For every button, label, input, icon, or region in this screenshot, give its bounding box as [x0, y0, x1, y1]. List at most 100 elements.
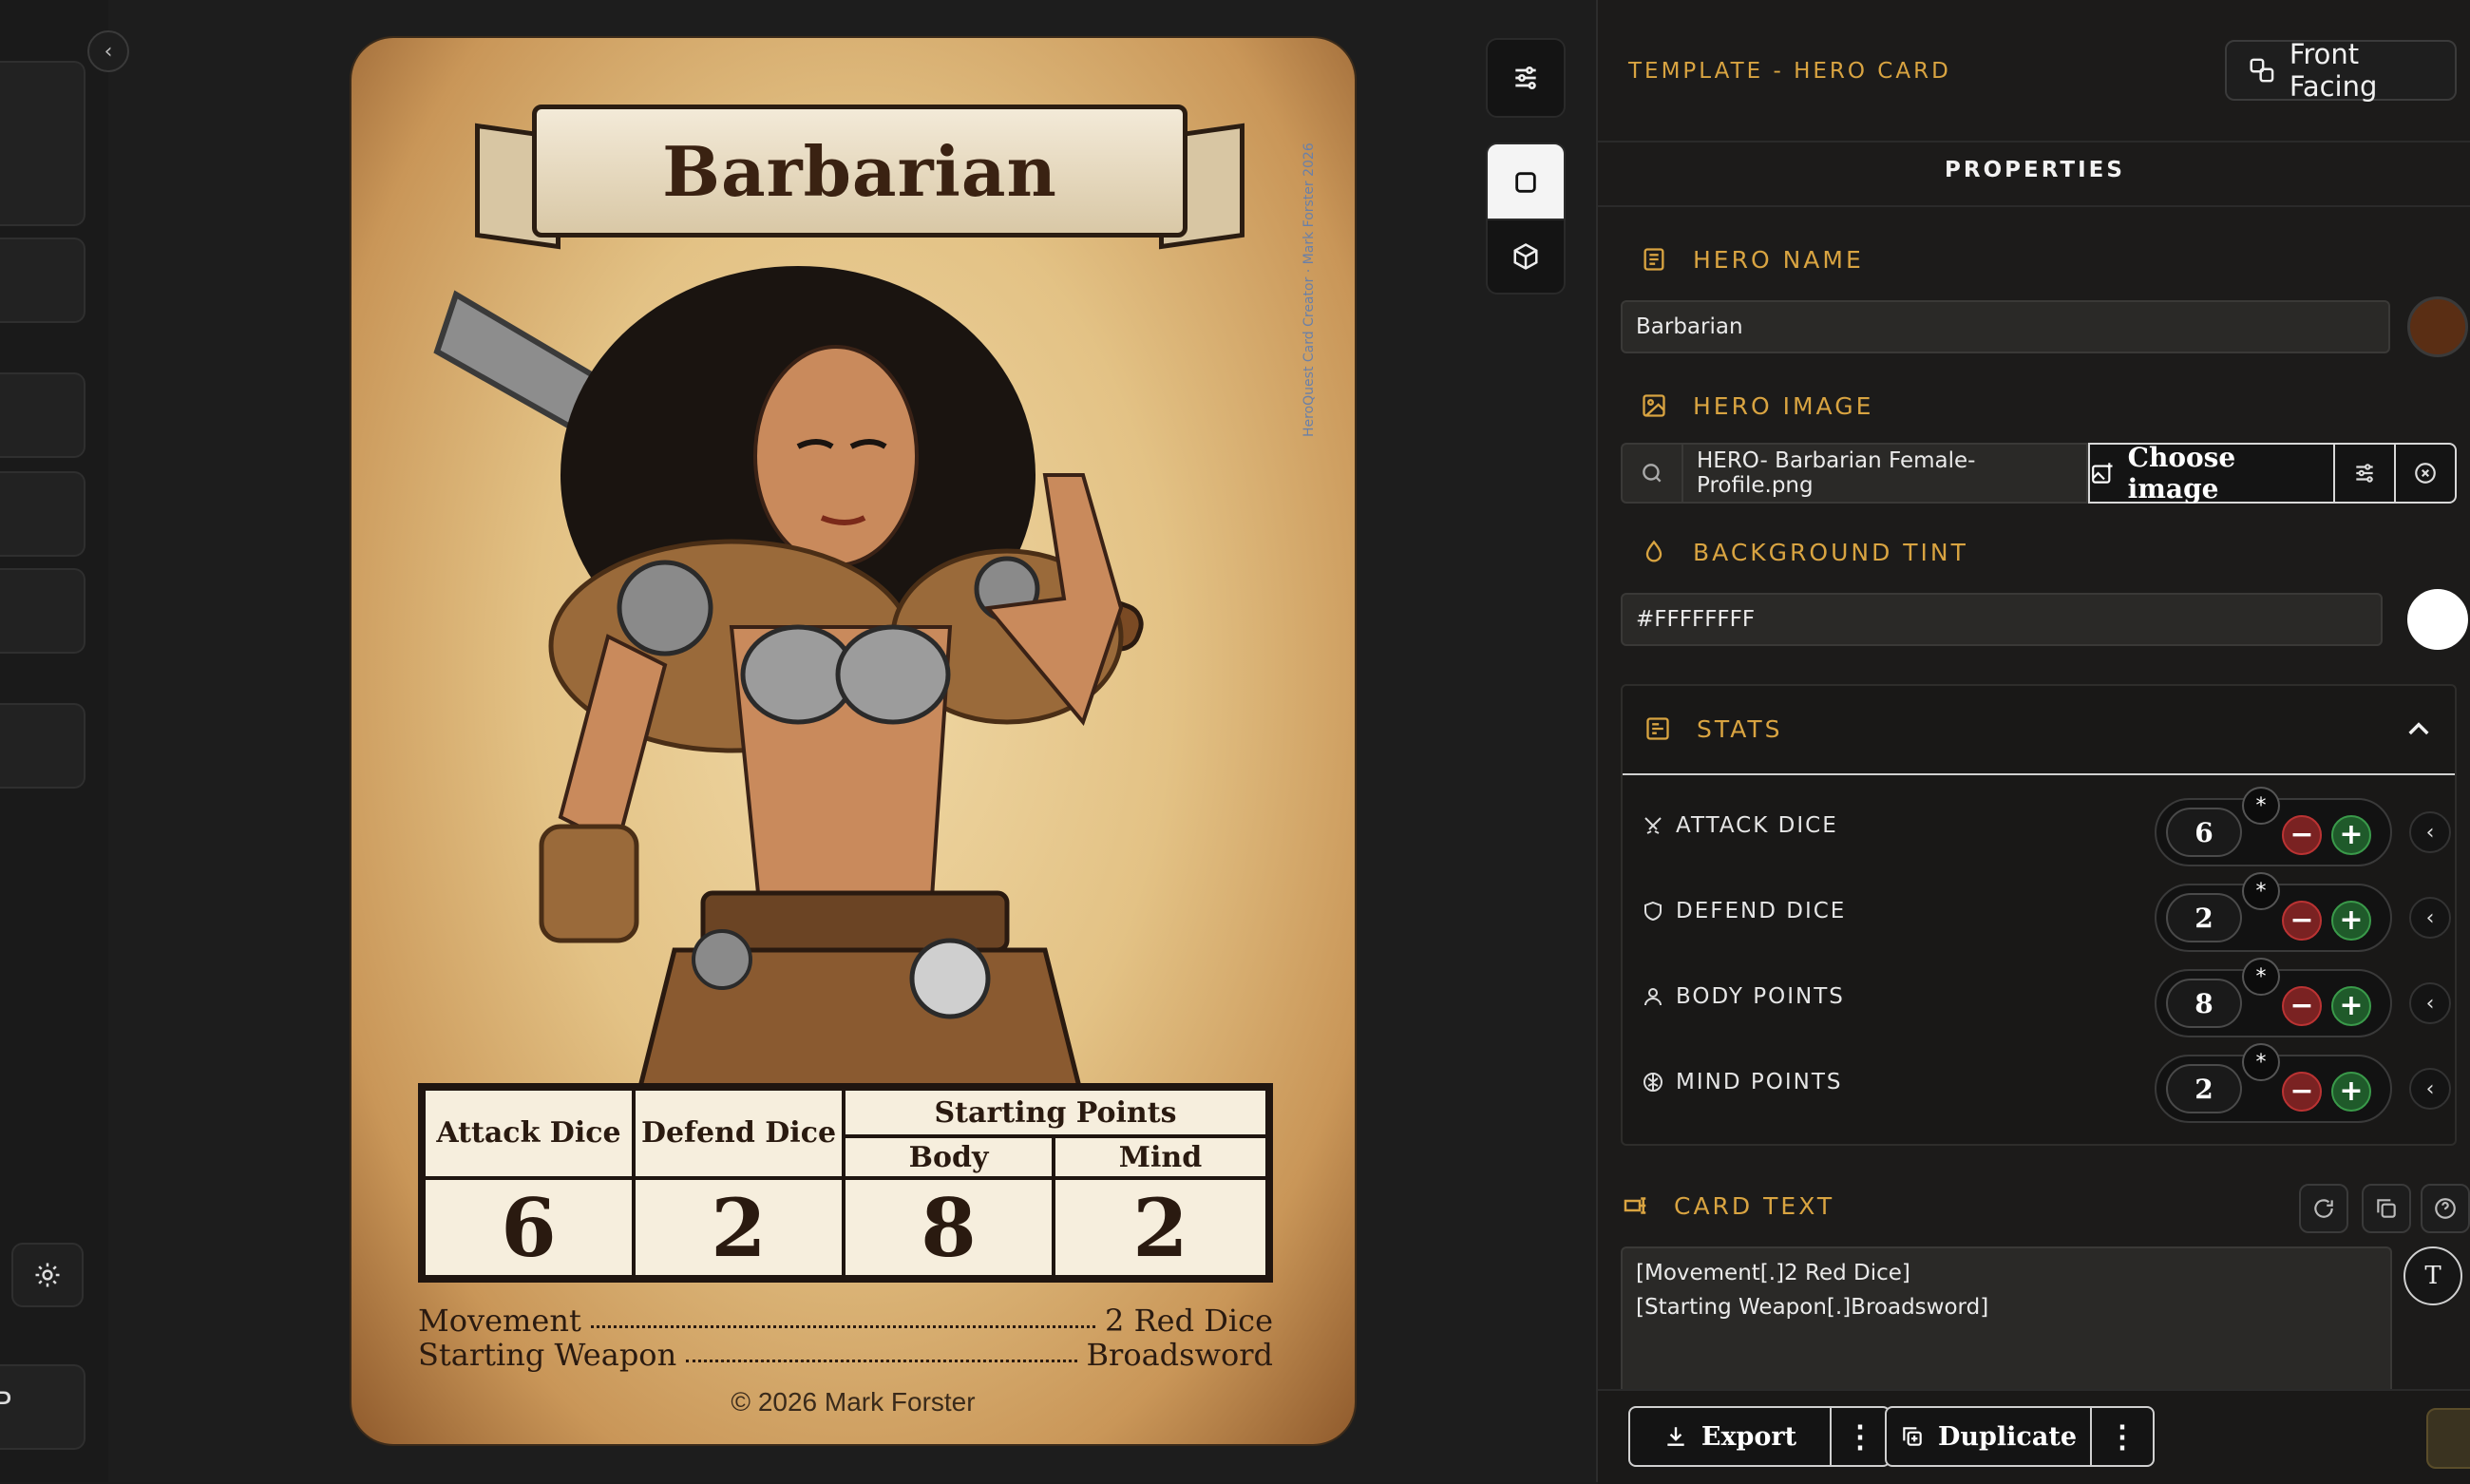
template-label: TEMPLATE - HERO CARD — [1628, 59, 1951, 84]
attack-dice-header: Attack Dice — [426, 1091, 636, 1180]
card-text-lines: Movement 2 Red Dice Starting Weapon Broa… — [418, 1303, 1273, 1372]
increment-button[interactable]: + — [2331, 815, 2371, 855]
copy-text-button[interactable] — [2362, 1184, 2411, 1233]
properties-title: PROPERTIES — [1945, 158, 2125, 182]
stat-row-mind: MIND POINTS 2 * − + ‹ — [1623, 1043, 2455, 1123]
flat-view-button[interactable] — [1486, 143, 1566, 222]
rail-item[interactable] — [0, 238, 86, 323]
id-card-icon — [1640, 245, 1668, 274]
hero-image-filename[interactable]: HERO- Barbarian Female- Profile.png — [1682, 443, 2088, 504]
mind-header: Mind — [1055, 1138, 1265, 1180]
collapse-sidebar-button[interactable]: ‹ — [87, 30, 129, 72]
stats-header[interactable]: STATS — [1623, 686, 2455, 775]
text-format-button[interactable]: T — [2404, 1246, 2462, 1305]
rail-item[interactable] — [0, 471, 86, 557]
stat-value[interactable]: 8 — [2166, 979, 2242, 1028]
rail-item[interactable] — [0, 372, 86, 458]
chevron-left-icon[interactable]: ‹ — [2409, 811, 2451, 853]
decrement-button[interactable]: − — [2282, 1072, 2322, 1112]
stat-row-attack: ATTACK DICE 6 * − + ‹ — [1623, 787, 2455, 866]
card-stat-table: Attack Dice Defend Dice Starting Points … — [418, 1083, 1273, 1283]
mind-points-value: 2 — [1132, 1180, 1188, 1275]
stat-stepper: 2 * − + — [2155, 1043, 2392, 1123]
duplicate-label: Duplicate — [1937, 1421, 2078, 1452]
card-line-label: Movement — [418, 1303, 581, 1339]
hero-card-preview[interactable]: Barbarian HeroQuest Card Creator · Mark … — [352, 38, 1355, 1444]
stat-modifier-button[interactable]: * — [2242, 958, 2280, 996]
stat-label: ATTACK DICE — [1642, 813, 1838, 838]
image-adjust-button[interactable] — [2335, 443, 2396, 504]
reset-text-button[interactable] — [2299, 1184, 2348, 1233]
stat-modifier-button[interactable]: * — [2242, 1043, 2280, 1081]
close-circle-icon — [2415, 463, 2436, 484]
stats-section: STATS ATTACK DICE 6 * − + ‹ DEFEND DICE … — [1621, 684, 2457, 1146]
chevron-left-icon[interactable]: ‹ — [2409, 1068, 2451, 1110]
download-icon — [1667, 1427, 1684, 1446]
stat-value[interactable]: 6 — [2166, 808, 2242, 857]
title-banner: Barbarian — [532, 105, 1188, 238]
choose-image-button[interactable]: Choose image — [2088, 442, 2335, 504]
stat-modifier-button[interactable]: * — [2242, 872, 2280, 910]
card-text-line: [Starting Weapon[.]Broadsword] — [1636, 1295, 1989, 1320]
hero-illustration — [433, 266, 1144, 1102]
hero-name-input[interactable]: Barbarian — [1621, 300, 2390, 353]
card-text-label-text: CARD TEXT — [1674, 1191, 1835, 1220]
partial-chip[interactable] — [2426, 1408, 2470, 1469]
hero-image-label: HERO IMAGE — [1640, 391, 1873, 420]
export-button[interactable]: Export — [1628, 1406, 1832, 1467]
chevron-left-icon[interactable]: ‹ — [2409, 897, 2451, 939]
duplicate-button[interactable]: Duplicate — [1885, 1406, 2092, 1467]
hero-name-color-swatch[interactable] — [2407, 296, 2468, 357]
shield-icon — [1644, 901, 1662, 922]
choose-image-label: Choose image — [2127, 442, 2236, 504]
stat-label-text: DEFEND DICE — [1676, 899, 1847, 923]
increment-button[interactable]: + — [2331, 986, 2371, 1026]
front-facing-button[interactable]: Front Facing — [2225, 38, 2457, 103]
square-icon — [1515, 172, 1536, 193]
stat-value[interactable]: 2 — [2166, 893, 2242, 942]
hero-image-row: HERO- Barbarian Female- Profile.png Choo… — [1621, 442, 2457, 504]
chevron-up-icon[interactable] — [2402, 713, 2436, 747]
rail-item[interactable] — [0, 703, 86, 789]
stat-value[interactable]: 2 — [2166, 1064, 2242, 1113]
divider — [1598, 205, 2470, 207]
help-button[interactable] — [2421, 1184, 2470, 1233]
card-text-input[interactable]: [Movement[.]2 Red Dice] [Starting Weapon… — [1621, 1246, 2392, 1398]
card-line-label: Starting Weapon — [418, 1337, 677, 1373]
increment-button[interactable]: + — [2331, 1072, 2371, 1112]
card-line: Starting Weapon Broadsword — [418, 1338, 1273, 1372]
stat-stepper: 6 * − + — [2155, 787, 2392, 866]
rail-item[interactable] — [0, 61, 86, 226]
attack-dice-value: 6 — [426, 1180, 636, 1275]
adjustments-button[interactable] — [1486, 38, 1566, 118]
stat-modifier-button[interactable]: * — [2242, 787, 2280, 825]
3d-view-button[interactable] — [1486, 219, 1566, 295]
hero-name-label-text: HERO NAME — [1693, 245, 1864, 274]
refresh-icon — [2314, 1199, 2333, 1218]
stat-label-text: BODY POINTS — [1676, 984, 1845, 1009]
defend-dice-value: 2 — [636, 1180, 846, 1275]
background-tint-swatch[interactable] — [2407, 589, 2468, 650]
card-canvas: Barbarian HeroQuest Card Creator · Mark … — [108, 0, 1596, 1482]
export-more-button[interactable]: ⋮ — [1830, 1406, 1890, 1467]
card-line-value: Broadsword — [1086, 1337, 1274, 1373]
background-tint-input[interactable]: #FFFFFFFF — [1621, 593, 2383, 646]
decrement-button[interactable]: − — [2282, 815, 2322, 855]
chevron-left-icon: ‹ — [104, 39, 113, 64]
duplicate-more-button[interactable]: ⋮ — [2090, 1406, 2155, 1467]
side-credit: HeroQuest Card Creator · Mark Forster 20… — [1302, 143, 1317, 437]
stat-label-text: MIND POINTS — [1676, 1070, 1843, 1094]
clear-image-button[interactable] — [2396, 443, 2457, 504]
decrement-button[interactable]: − — [2282, 986, 2322, 1026]
image-search-button[interactable] — [1621, 443, 1682, 504]
increment-button[interactable]: + — [2331, 901, 2371, 941]
copy-icon — [2377, 1199, 2396, 1218]
body-header: Body — [846, 1138, 1055, 1180]
decrement-button[interactable]: − — [2282, 901, 2322, 941]
panel-header: TEMPLATE - HERO CARD Front Facing — [1598, 0, 2470, 143]
person-icon — [1644, 988, 1662, 1006]
chevron-left-icon[interactable]: ‹ — [2409, 982, 2451, 1024]
settings-button[interactable] — [11, 1243, 84, 1307]
rail-item[interactable] — [0, 568, 86, 654]
rail-item[interactable] — [0, 1364, 86, 1450]
